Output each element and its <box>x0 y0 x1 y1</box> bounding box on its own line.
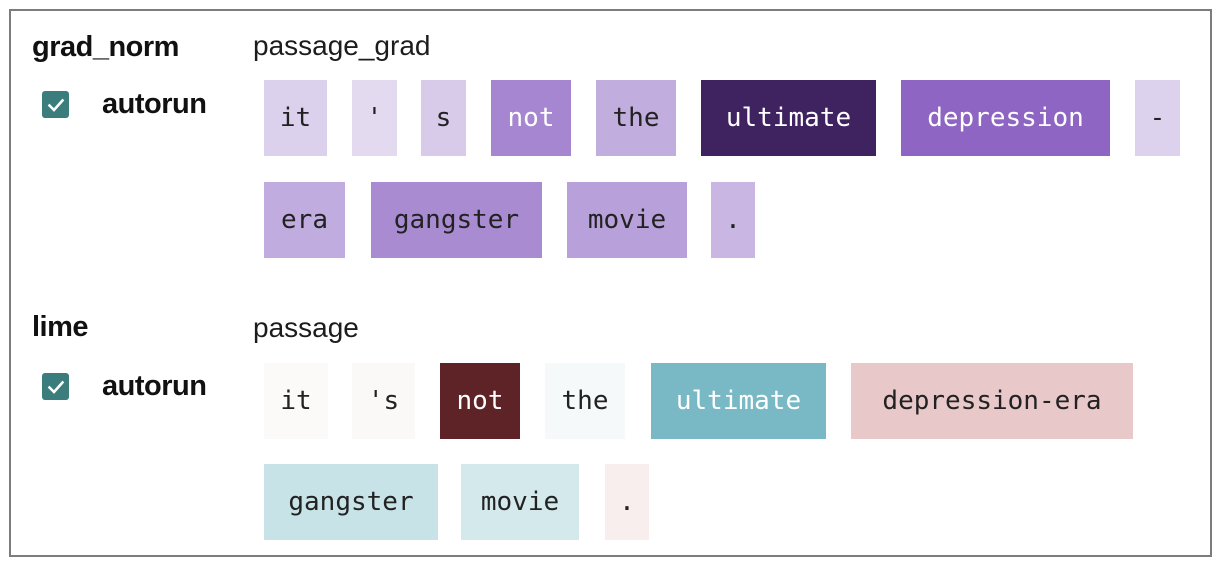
token-chip: ' <box>352 80 397 156</box>
token-chip: it <box>264 363 328 439</box>
token-text: - <box>1149 103 1166 133</box>
autorun-toggle-lime[interactable]: autorun <box>42 370 207 403</box>
token-text: movie <box>587 205 667 235</box>
token-chip: . <box>711 182 755 258</box>
token-chip: depression-era <box>851 363 1133 439</box>
token-chip: 's <box>352 363 415 439</box>
token-chip: ultimate <box>701 80 876 156</box>
autorun-label: autorun <box>102 88 207 120</box>
token-chip: not <box>491 80 571 156</box>
token-chip: ultimate <box>651 363 826 439</box>
token-chip: the <box>596 80 676 156</box>
token-text: ultimate <box>675 386 802 416</box>
token-text: it <box>280 386 312 416</box>
token-chip: it <box>264 80 327 156</box>
autorun-label: autorun <box>102 370 207 402</box>
autorun-checkbox[interactable] <box>42 373 69 400</box>
field-name-passage-grad: passage_grad <box>253 30 431 61</box>
token-text: s <box>435 103 452 133</box>
token-text: era <box>281 205 328 235</box>
token-text: depression-era <box>882 386 1102 416</box>
token-chip: depression <box>901 80 1110 156</box>
token-text: the <box>612 103 660 133</box>
method-name-lime: lime <box>32 311 89 343</box>
token-chip: gangster <box>371 182 542 258</box>
token-text: gangster <box>393 205 520 235</box>
token-text: gangster <box>288 487 414 517</box>
token-text: . <box>725 205 741 235</box>
token-chip: movie <box>567 182 687 258</box>
autorun-checkbox[interactable] <box>42 91 69 118</box>
token-text: depression <box>927 103 1084 133</box>
token-chip: s <box>421 80 466 156</box>
check-icon <box>47 380 64 394</box>
check-icon <box>47 98 64 112</box>
token-text: ultimate <box>725 103 852 133</box>
autorun-toggle-grad-norm[interactable]: autorun <box>42 88 207 121</box>
token-chip: . <box>605 464 649 540</box>
salience-panel: grad_norm passage_grad autorun it ' s no… <box>9 9 1212 557</box>
token-text: it <box>279 103 312 133</box>
token-text: not <box>507 103 555 133</box>
token-chip: - <box>1135 80 1180 156</box>
token-text: movie <box>480 487 560 517</box>
token-text: not <box>456 386 504 416</box>
token-chip: not <box>440 363 520 439</box>
token-chip: gangster <box>264 464 438 540</box>
field-name-passage: passage <box>253 312 359 343</box>
token-chip: era <box>264 182 345 258</box>
token-text: 's <box>367 386 400 416</box>
token-text: . <box>619 487 635 517</box>
method-name-grad-norm: grad_norm <box>32 31 179 63</box>
token-chip: the <box>545 363 625 439</box>
token-text: the <box>561 386 609 416</box>
token-text: ' <box>366 103 383 133</box>
token-chip: movie <box>461 464 579 540</box>
